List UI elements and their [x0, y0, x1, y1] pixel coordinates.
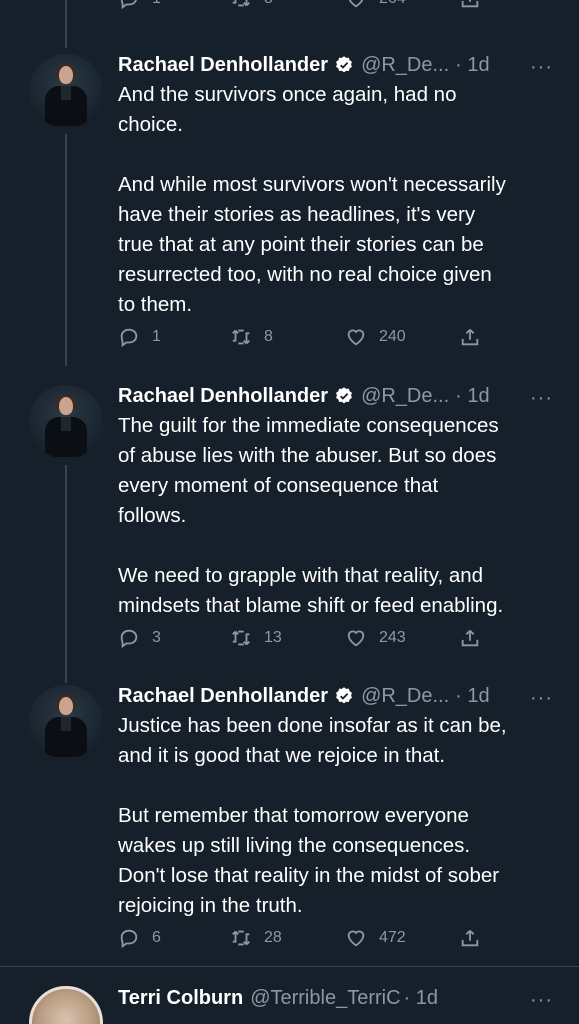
heart-icon: [348, 0, 364, 8]
retweet-button[interactable]: 8: [230, 0, 273, 12]
verified-badge-icon: [334, 386, 354, 406]
reply-icon: [120, 328, 138, 348]
retweet-count: 13: [264, 629, 282, 646]
verified-badge-icon: [334, 55, 354, 75]
reply-count: 1: [152, 0, 161, 8]
heart-icon: [347, 329, 365, 346]
share-icon: [461, 630, 479, 647]
tweet-text: Justice has been done insofar as it can …: [118, 714, 507, 917]
author-name[interactable]: Rachael Denhollander: [118, 385, 328, 408]
retweet-button[interactable]: 28: [230, 925, 282, 951]
tweet-text: The guilt for the immediate consequences…: [118, 414, 504, 617]
retweet-icon: [232, 930, 250, 946]
reply-icon: [120, 0, 137, 10]
author-handle[interactable]: @Terrible_TerriC: [250, 987, 400, 1010]
reply-count: 6: [152, 929, 161, 946]
like-count: 472: [379, 929, 406, 946]
more-options-icon[interactable]: ···: [530, 56, 553, 79]
share-icon: [461, 0, 479, 8]
reply-button[interactable]: 6: [118, 925, 161, 951]
retweet-button[interactable]: 8: [230, 324, 273, 350]
like-count: 243: [379, 629, 406, 646]
thread-connector: [65, 0, 67, 48]
reply-icon: [120, 629, 138, 649]
avatar[interactable]: [29, 54, 103, 128]
tweet-timestamp[interactable]: · 1d: [455, 685, 489, 708]
more-options-icon[interactable]: ···: [530, 989, 553, 1012]
share-button[interactable]: [459, 0, 493, 12]
tweet-timestamp[interactable]: · 1d: [455, 385, 489, 408]
tweet-actions: 1 8 240: [118, 324, 498, 350]
retweet-icon: [232, 329, 250, 345]
share-button[interactable]: [459, 625, 493, 651]
author-handle[interactable]: @R_De...: [361, 685, 449, 708]
heart-icon: [347, 930, 365, 947]
more-options-icon[interactable]: ···: [530, 387, 553, 410]
retweet-icon: [232, 0, 250, 7]
tweet-header: Rachael Denhollander @R_De... · 1d: [118, 50, 568, 80]
author-handle[interactable]: @R_De...: [361, 385, 449, 408]
like-count: 240: [379, 328, 406, 345]
verified-badge-icon: [334, 686, 354, 706]
reply-icon: [120, 929, 138, 949]
tweet-actions: 6 28 472: [118, 925, 498, 951]
share-icon: [461, 930, 479, 947]
tweet-text: And the survivors once again, had no cho…: [118, 83, 506, 316]
more-options-icon[interactable]: ···: [530, 687, 553, 710]
author-name[interactable]: Rachael Denhollander: [118, 54, 328, 77]
like-button[interactable]: 240: [345, 324, 406, 350]
avatar[interactable]: [29, 685, 103, 759]
tweet-divider: [0, 966, 579, 967]
retweet-count: 8: [264, 328, 273, 345]
like-button[interactable]: 264: [345, 0, 406, 12]
reply-button[interactable]: 1: [118, 324, 161, 350]
reply-button[interactable]: 3: [118, 625, 161, 651]
like-count: 264: [379, 0, 406, 8]
like-button[interactable]: 472: [345, 925, 406, 951]
heart-icon: [347, 630, 365, 647]
tweet-header: Terri Colburn @Terrible_TerriC · 1d: [118, 983, 568, 1013]
avatar[interactable]: [29, 385, 103, 459]
retweet-button[interactable]: 13: [230, 625, 282, 651]
previous-tweet-actions: 1 8 264: [0, 0, 579, 20]
author-name[interactable]: Terri Colburn: [118, 987, 243, 1010]
timeline-feed: 1 8 264 Rachael Denhollander @R_De... · …: [0, 0, 579, 1024]
thread-connector: [65, 465, 67, 683]
retweet-count: 28: [264, 929, 282, 946]
tweet-actions: 3 13 243: [118, 625, 498, 651]
tweet-timestamp[interactable]: · 1d: [404, 987, 438, 1010]
share-button[interactable]: [459, 925, 493, 951]
tweet-header: Rachael Denhollander @R_De... · 1d: [118, 681, 568, 711]
avatar[interactable]: [29, 986, 103, 1024]
thread-connector: [65, 134, 67, 366]
tweet-timestamp[interactable]: · 1d: [455, 54, 489, 77]
retweet-icon: [232, 630, 250, 646]
share-icon: [461, 329, 479, 346]
reply-count: 3: [152, 629, 161, 646]
author-name[interactable]: Rachael Denhollander: [118, 685, 328, 708]
like-button[interactable]: 243: [345, 625, 406, 651]
tweet-header: Rachael Denhollander @R_De... · 1d: [118, 381, 568, 411]
author-handle[interactable]: @R_De...: [361, 54, 449, 77]
reply-button[interactable]: 1: [118, 0, 161, 12]
retweet-count: 8: [264, 0, 273, 8]
reply-count: 1: [152, 328, 161, 345]
share-button[interactable]: [459, 324, 493, 350]
